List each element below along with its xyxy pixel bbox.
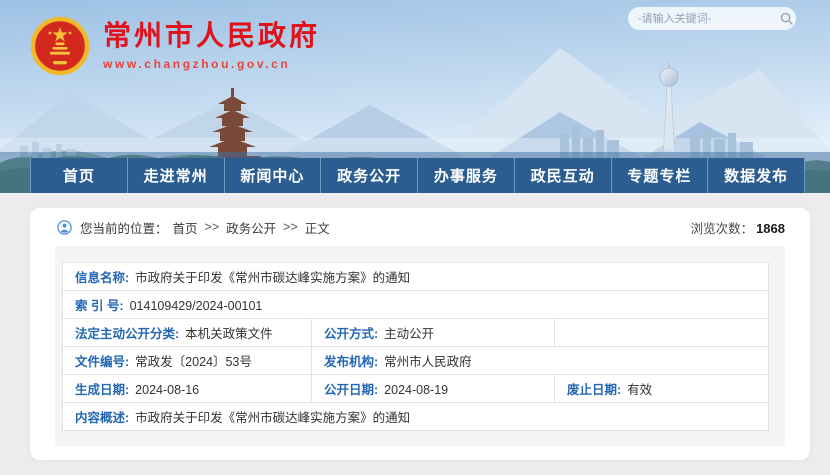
field-value: 2024-08-16	[135, 383, 199, 397]
table-row: 信息名称: 市政府关于印发《常州市碳达峰实施方案》的通知	[63, 263, 769, 291]
field-label: 法定主动公开分类:	[75, 327, 179, 341]
nav-item-special-topics[interactable]: 专题专栏	[612, 158, 709, 193]
site-url: www.changzhou.gov.cn	[103, 57, 320, 71]
table-row: 生成日期: 2024-08-16 公开日期: 2024-08-19 废止日期: 有效	[63, 375, 769, 403]
site-logo[interactable]: 常州市人民政府 www.changzhou.gov.cn	[30, 16, 320, 76]
breadcrumb-row: 您当前的位置： 首页 >> 政务公开 >> 正文 浏览次数：1868	[30, 208, 810, 246]
cell-empty	[555, 319, 769, 347]
nav-item-services[interactable]: 办事服务	[418, 158, 515, 193]
info-panel: 信息名称: 市政府关于印发《常州市碳达峰实施方案》的通知 索 引 号: 014109…	[55, 246, 785, 446]
field-value: 市政府关于印发《常州市碳达峰实施方案》的通知	[135, 411, 410, 425]
field-label: 索 引 号:	[75, 299, 124, 313]
main-navigation: 首页 走进常州 新闻中心 政务公开 办事服务 政民互动 专题专栏 数据发布	[0, 152, 830, 193]
field-label: 内容概述:	[75, 411, 129, 425]
content-card: 您当前的位置： 首页 >> 政务公开 >> 正文 浏览次数：1868 信息名称:…	[30, 208, 810, 460]
nav-item-home[interactable]: 首页	[30, 158, 128, 193]
field-label: 废止日期:	[567, 383, 621, 397]
nav-item-about-changzhou[interactable]: 走进常州	[128, 158, 225, 193]
cell-content-summary: 内容概述: 市政府关于印发《常州市碳达峰实施方案》的通知	[63, 403, 769, 431]
breadcrumb: 您当前的位置： 首页 >> 政务公开 >> 正文	[57, 218, 330, 237]
table-row: 法定主动公开分类: 本机关政策文件 公开方式: 主动公开	[63, 319, 769, 347]
nav-item-data-release[interactable]: 数据发布	[708, 158, 805, 193]
nav-item-interaction[interactable]: 政民互动	[515, 158, 612, 193]
breadcrumb-separator: >>	[283, 220, 298, 234]
china-national-emblem-icon	[30, 16, 90, 76]
field-value: 常州市人民政府	[384, 355, 472, 369]
nav-items: 首页 走进常州 新闻中心 政务公开 办事服务 政民互动 专题专栏 数据发布	[30, 158, 805, 193]
site-identity: 常州市人民政府 www.changzhou.gov.cn	[103, 21, 320, 71]
breadcrumb-link-gov-affairs[interactable]: 政务公开	[226, 218, 276, 237]
field-value: 014109429/2024-00101	[130, 299, 263, 313]
table-row: 索 引 号: 014109429/2024-00101	[63, 291, 769, 319]
field-label: 发布机构:	[324, 355, 378, 369]
table-row: 内容概述: 市政府关于印发《常州市碳达峰实施方案》的通知	[63, 403, 769, 431]
site-title: 常州市人民政府	[103, 21, 320, 52]
cell-document-number: 文件编号: 常政发〔2024〕53号	[63, 347, 312, 375]
cell-issuing-agency: 发布机构: 常州市人民政府	[312, 347, 769, 375]
search-box	[628, 7, 796, 30]
field-label: 生成日期:	[75, 383, 129, 397]
cell-disclosure-category: 法定主动公开分类: 本机关政策文件	[63, 319, 312, 347]
field-label: 文件编号:	[75, 355, 129, 369]
breadcrumb-prefix: 您当前的位置：	[80, 218, 168, 237]
cell-disclosure-method: 公开方式: 主动公开	[312, 319, 555, 347]
cell-publish-date: 公开日期: 2024-08-19	[312, 375, 555, 403]
info-table: 信息名称: 市政府关于印发《常州市碳达峰实施方案》的通知 索 引 号: 014109…	[62, 262, 769, 431]
breadcrumb-current: 正文	[305, 218, 330, 237]
field-value: 本机关政策文件	[185, 327, 273, 341]
cell-info-name: 信息名称: 市政府关于印发《常州市碳达峰实施方案》的通知	[63, 263, 769, 291]
breadcrumb-separator: >>	[205, 220, 220, 234]
nav-item-gov-affairs[interactable]: 政务公开	[321, 158, 418, 193]
views-count: 1868	[756, 221, 785, 236]
nav-item-news-center[interactable]: 新闻中心	[225, 158, 322, 193]
field-label: 公开方式:	[324, 327, 378, 341]
search-icon[interactable]	[780, 12, 793, 25]
field-label: 信息名称:	[75, 271, 129, 285]
breadcrumb-link-home[interactable]: 首页	[173, 218, 198, 237]
field-value: 常政发〔2024〕53号	[135, 355, 252, 369]
cell-expiry-date: 废止日期: 有效	[555, 375, 769, 403]
search-input[interactable]	[638, 13, 780, 25]
cell-index-number: 索 引 号: 014109429/2024-00101	[63, 291, 769, 319]
views-label: 浏览次数：	[691, 222, 754, 236]
field-value: 有效	[627, 383, 652, 397]
table-row: 文件编号: 常政发〔2024〕53号 发布机构: 常州市人民政府	[63, 347, 769, 375]
field-value: 市政府关于印发《常州市碳达峰实施方案》的通知	[135, 271, 410, 285]
view-counter: 浏览次数：1868	[691, 218, 785, 237]
field-value: 主动公开	[384, 327, 434, 341]
field-label: 公开日期:	[324, 383, 378, 397]
cell-creation-date: 生成日期: 2024-08-16	[63, 375, 312, 403]
location-user-icon	[57, 220, 72, 235]
field-value: 2024-08-19	[384, 383, 448, 397]
